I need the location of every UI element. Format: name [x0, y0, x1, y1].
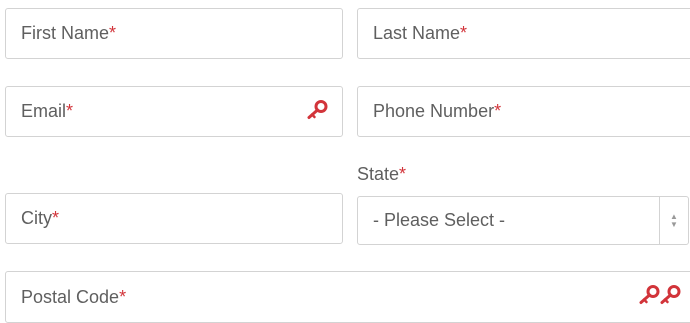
double-key-icon[interactable] — [638, 285, 682, 310]
last-name-field[interactable]: Last Name * — [357, 8, 690, 59]
city-placeholder: City * — [21, 208, 60, 228]
select-arrows-icon: ▲ ▼ — [659, 197, 688, 244]
last-name-placeholder: Last Name * — [373, 23, 468, 43]
email-placeholder: Email * — [21, 101, 74, 121]
phone-number-field[interactable]: Phone Number * — [357, 86, 690, 137]
phone-number-placeholder: Phone Number * — [373, 101, 502, 121]
state-label: State* — [357, 164, 407, 184]
postal-code-field[interactable]: Postal Code * — [5, 271, 690, 323]
first-name-field[interactable]: First Name * — [5, 8, 343, 59]
postal-code-placeholder: Postal Code * — [21, 286, 127, 307]
key-icon[interactable] — [306, 99, 328, 124]
state-select[interactable]: - Please Select - ▲ ▼ — [357, 196, 689, 245]
email-field[interactable]: Email * — [5, 86, 343, 137]
city-field[interactable]: City * — [5, 193, 343, 244]
state-selected-value: - Please Select - — [373, 210, 506, 230]
first-name-placeholder: First Name * — [21, 23, 117, 43]
